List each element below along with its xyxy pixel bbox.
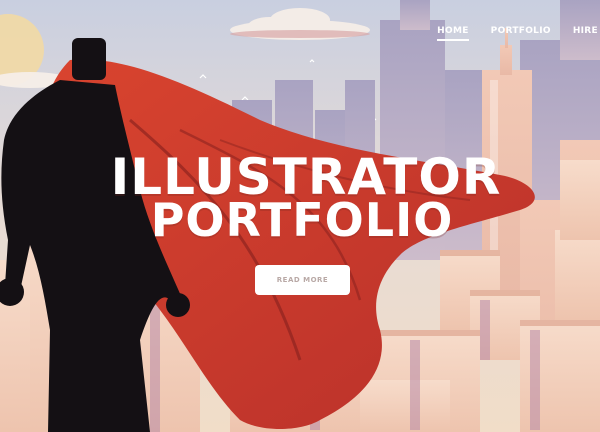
read-more-button[interactable]: READ MORE (255, 265, 350, 295)
nav-home-link[interactable]: HOME (437, 26, 469, 41)
nav-portfolio-link[interactable]: PORTFOLIO (491, 26, 551, 41)
hero-section: HOME PORTFOLIO HIRE ILLUSTRATOR PORTFOLI… (0, 0, 600, 432)
nav-hire-link[interactable]: HIRE (573, 26, 598, 41)
hero-title-line2: PORTFOLIO (150, 193, 454, 247)
main-nav: HOME PORTFOLIO HIRE (437, 26, 600, 41)
